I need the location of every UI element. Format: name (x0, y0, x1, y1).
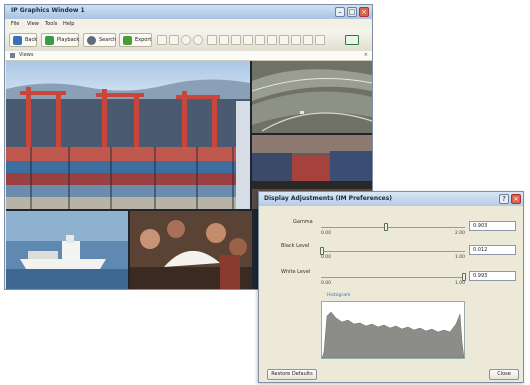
views-close-icon[interactable]: × (364, 52, 368, 58)
gamma-label: Gamma (293, 219, 313, 225)
play-icon (45, 36, 54, 45)
layout-6-icon[interactable] (267, 35, 277, 45)
white-level-max-label: 1.00 (455, 281, 466, 286)
camera-tile-ship[interactable] (6, 211, 128, 289)
restore-defaults-button[interactable]: Restore Defaults (267, 369, 317, 380)
menu-tools[interactable]: Tools (45, 21, 57, 27)
select-tool-icon[interactable] (169, 35, 179, 45)
ship-image (6, 211, 128, 289)
white-level-label: White Level (281, 269, 311, 275)
gamma-max-label: 2.00 (455, 231, 466, 236)
gamma-min-label: 0.00 (321, 231, 332, 236)
layout-1-icon[interactable] (207, 35, 217, 45)
layout-9-icon[interactable] (303, 35, 313, 45)
search-button[interactable]: Search (83, 33, 116, 47)
menu-help[interactable]: Help (63, 21, 74, 27)
layout-8-icon[interactable] (291, 35, 301, 45)
minimize-button[interactable]: – (335, 7, 345, 17)
histogram-graph (321, 311, 465, 359)
histogram-label: Histogram (327, 293, 351, 298)
camera-tile-crowd[interactable] (130, 211, 252, 289)
layout-7-icon[interactable] (279, 35, 289, 45)
layout-10-icon[interactable] (315, 35, 325, 45)
gamma-slider-thumb[interactable] (383, 223, 388, 231)
highway-image (252, 61, 372, 133)
black-level-slider-track[interactable] (321, 251, 465, 252)
zoom-in-icon[interactable] (181, 35, 191, 45)
search-icon (87, 36, 96, 45)
toolbar: Back Playback Search Export (5, 29, 372, 52)
playback-button[interactable]: Playback (41, 33, 79, 47)
camera-tile-highway[interactable] (252, 61, 372, 133)
window-title: IP Graphics Window 1 (11, 7, 85, 14)
dialog-help-button[interactable]: ? (499, 194, 509, 204)
menu-bar: File View Tools Help (5, 19, 372, 29)
views-icon (10, 53, 15, 58)
zoom-out-icon[interactable] (193, 35, 203, 45)
white-level-slider-track[interactable] (321, 277, 465, 278)
white-level-value-field[interactable]: 0.993 (469, 271, 516, 281)
black-level-max-label: 1.00 (455, 255, 466, 260)
dialog-title: Display Adjustments (IM Preferences) (264, 195, 393, 202)
close-button[interactable]: × (359, 7, 369, 17)
gamma-slider-track[interactable] (321, 227, 465, 228)
views-label: Views (19, 52, 34, 58)
white-level-min-label: 0.00 (321, 281, 332, 286)
black-level-slider-thumb[interactable] (320, 247, 325, 255)
menu-view[interactable]: View (27, 21, 39, 27)
fullscreen-icon[interactable] (345, 35, 359, 45)
black-level-label: Black Level (281, 243, 310, 249)
layout-3-icon[interactable] (231, 35, 241, 45)
camera-tile-port[interactable] (6, 61, 250, 209)
dialog-close-x-button[interactable]: × (511, 194, 521, 204)
back-arrow-icon (13, 36, 22, 45)
black-level-min-label: 0.00 (321, 255, 332, 260)
back-button[interactable]: Back (9, 33, 37, 47)
pointer-tool-icon[interactable] (157, 35, 167, 45)
layout-4-icon[interactable] (243, 35, 253, 45)
layout-2-icon[interactable] (219, 35, 229, 45)
maximize-button[interactable]: □ (347, 7, 357, 17)
display-adjustments-dialog: Display Adjustments (IM Preferences) ? ×… (258, 191, 524, 383)
title-bar[interactable]: IP Graphics Window 1 – □ × (5, 5, 372, 19)
gamma-value-field[interactable]: 0.903 (469, 221, 516, 231)
export-button[interactable]: Export (119, 33, 152, 47)
export-icon (123, 36, 132, 45)
crowd-image (130, 211, 252, 289)
views-bar: Views × (5, 51, 372, 61)
port-image (6, 61, 250, 209)
histogram-panel (321, 301, 465, 359)
dialog-title-bar[interactable]: Display Adjustments (IM Preferences) ? × (259, 192, 523, 206)
white-level-slider-thumb[interactable] (461, 273, 466, 281)
layout-5-icon[interactable] (255, 35, 265, 45)
black-level-value-field[interactable]: 0.012 (469, 245, 516, 255)
dialog-close-button[interactable]: Close (489, 369, 519, 380)
menu-file[interactable]: File (11, 21, 19, 27)
